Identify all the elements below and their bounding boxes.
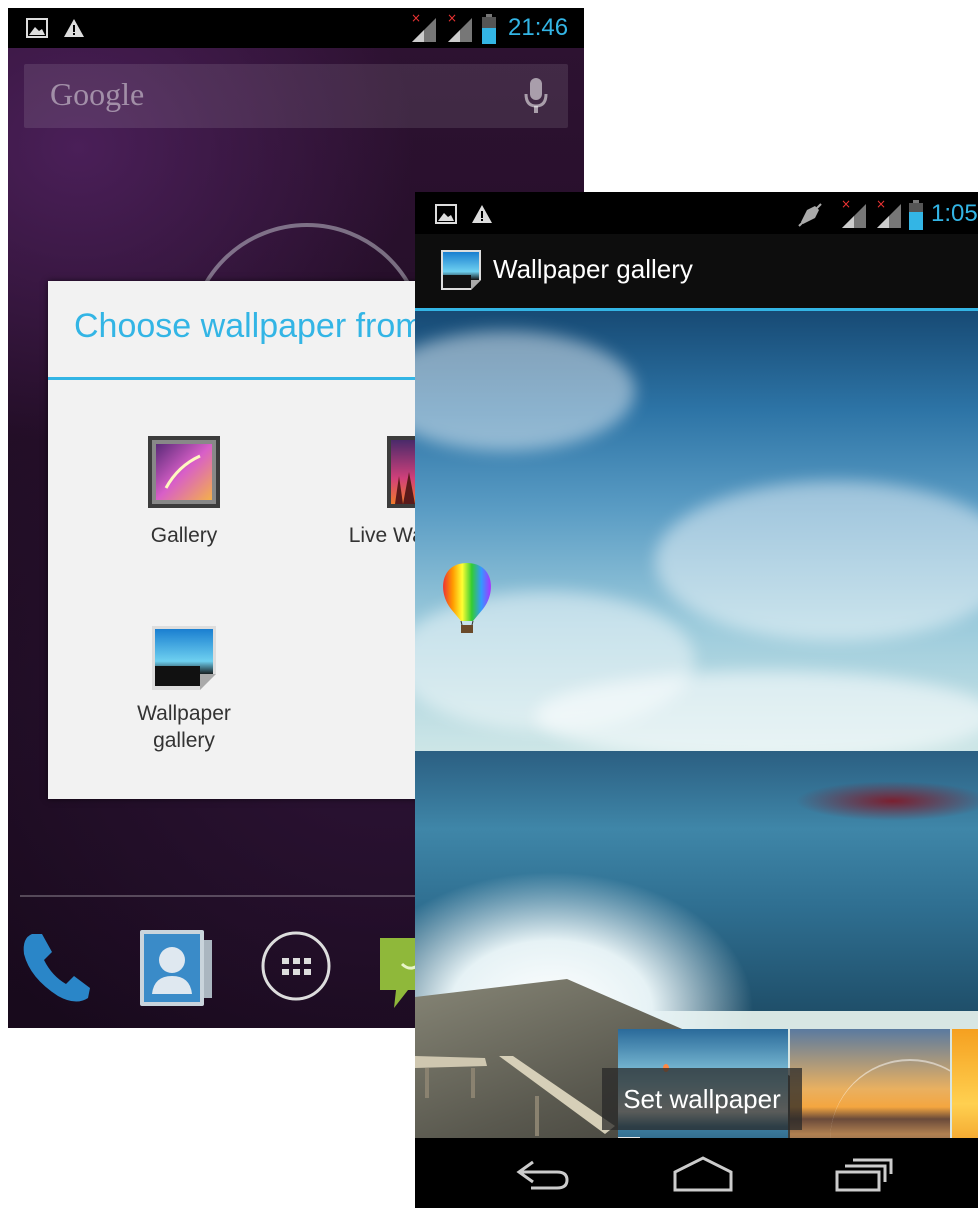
- status-bar: × × 21:46: [8, 8, 584, 48]
- action-bar-title: Wallpaper gallery: [493, 254, 693, 284]
- app-drawer-icon[interactable]: [260, 930, 332, 1002]
- dialog-item-gallery[interactable]: Gallery: [124, 436, 244, 549]
- dialog-title: Choose wallpaper from: [74, 307, 424, 345]
- dialog-item-label: gallery: [153, 729, 215, 752]
- warning-icon: [64, 19, 84, 37]
- cloud: [415, 331, 635, 451]
- phone-icon[interactable]: [18, 928, 98, 1008]
- battery-icon: [909, 200, 923, 230]
- svg-text:×: ×: [841, 198, 851, 211]
- signal-icon: ×: [447, 12, 472, 42]
- wallpaper-gallery-icon[interactable]: [441, 250, 481, 290]
- image-icon: [26, 18, 48, 38]
- battery-icon: [482, 14, 496, 44]
- signal-icon: ×: [411, 12, 436, 42]
- search-bar[interactable]: Google: [24, 64, 568, 128]
- wallpaper-gallery-icon: [152, 626, 216, 690]
- google-logo: Google: [50, 76, 145, 112]
- contacts-icon[interactable]: [140, 930, 212, 1006]
- mute-icon: [798, 203, 822, 227]
- cloud: [535, 671, 978, 761]
- mic-icon[interactable]: [524, 78, 548, 114]
- signal-icon: ×: [841, 198, 866, 228]
- dialog-item-label: Gallery: [150, 524, 218, 547]
- home-icon[interactable]: [671, 1154, 735, 1194]
- dialog-item-wallpaper-gallery[interactable]: Wallpaper gallery: [124, 626, 244, 754]
- set-wallpaper-button[interactable]: Set wallpaper: [602, 1068, 802, 1130]
- hot-air-balloon: [443, 563, 491, 633]
- image-icon: [435, 204, 457, 224]
- svg-text:×: ×: [876, 198, 886, 211]
- signal-icon: ×: [876, 198, 901, 228]
- svg-text:×: ×: [447, 12, 457, 25]
- svg-text:×: ×: [411, 12, 421, 25]
- action-bar: Wallpaper gallery: [415, 234, 978, 311]
- recent-apps-icon[interactable]: [831, 1154, 895, 1194]
- status-time: 21:46: [508, 14, 569, 41]
- dialog-item-label: Wallpaper: [137, 702, 231, 725]
- wallpaper-gallery-screen: × × 1:05 Wallpaper gallery Set wallpaper: [415, 192, 978, 1208]
- status-bar: × × 1:05: [415, 192, 978, 234]
- status-time: 1:05: [931, 200, 978, 227]
- wallpaper-preview: [415, 311, 978, 1179]
- sea-reflection: [795, 781, 978, 821]
- cloud: [655, 481, 978, 641]
- gallery-icon: [148, 436, 220, 508]
- warning-icon: [472, 205, 492, 223]
- navigation-bar: [415, 1138, 978, 1208]
- back-icon[interactable]: [511, 1154, 575, 1194]
